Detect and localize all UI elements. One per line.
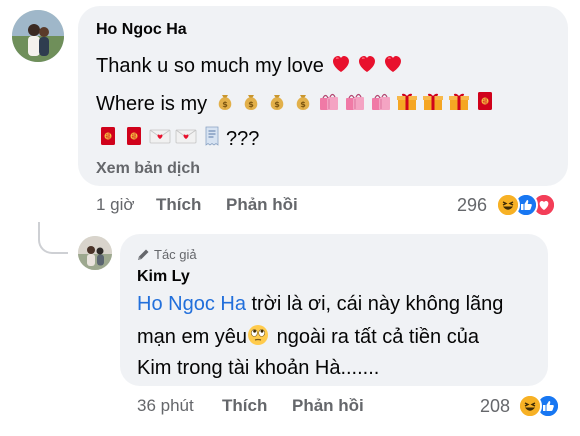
reply-text-line-2: mạn em yêu ngoài ra tất cả tiền của [137,324,479,349]
comment-thread: Ho Ngoc Ha Thank u so much my love Where… [0,0,580,436]
emoji-row: 福福 [96,126,226,150]
red-envelope-emoji-icon: 福 [473,89,497,113]
gift-emoji-icon [447,89,471,113]
reaction-count[interactable]: 208 [480,396,510,417]
shopping-bags-emoji-icon [317,89,341,113]
comment-text: ??? [226,128,260,150]
love-letter-emoji-icon [148,124,172,148]
reply-button[interactable]: Phản hồi [292,396,364,416]
avatar[interactable] [12,10,64,62]
reply-text-line-1: Ho Ngoc Ha trời là ơi, cái này không lãn… [137,292,503,316]
comment-timestamp[interactable]: 1 giờ [96,195,135,215]
like-button[interactable]: Thích [222,396,267,416]
shopping-bags-emoji-icon [369,89,393,113]
svg-text:$: $ [248,100,254,109]
red-heart-emoji-icon [329,51,353,75]
haha-reaction-icon[interactable] [518,394,542,418]
reply-text: mạn em yêu [137,326,248,348]
comment-text: Thank u so much my love [96,55,324,77]
money-bag-emoji-icon: $ [239,89,263,113]
reply-text: ngoài ra tất cả tiền của [271,326,479,348]
emoji-row [329,55,407,77]
comment-text: Where is my [96,93,208,115]
svg-text:$: $ [222,100,228,109]
thread-connector [38,222,68,254]
comment-text-line-3: 福福??? [96,124,259,151]
comment-text-line-1: Thank u so much my love [96,51,407,78]
reply-timestamp[interactable]: 36 phút [137,396,194,416]
red-heart-emoji-icon [355,51,379,75]
money-bag-emoji-icon: $ [265,89,289,113]
gift-emoji-icon [395,89,419,113]
money-bag-emoji-icon: $ [291,89,315,113]
pencil-icon [137,248,150,264]
reply-text: Kim trong tài khoản Hà....... [137,357,380,379]
author-badge: Tác giả [137,247,197,264]
money-bag-emoji-icon: $ [213,89,237,113]
svg-text:$: $ [300,100,306,109]
red-envelope-emoji-icon: 福 [96,124,120,148]
comment-text-line-2: Where is my $ $ $ $ 福 [96,89,499,116]
gift-emoji-icon [421,89,445,113]
author-badge-label: Tác giả [154,247,197,262]
reply-text-line-3: Kim trong tài khoản Hà....... [137,356,379,380]
emoji-row: $ $ $ $ 福 [213,92,499,115]
svg-text:$: $ [274,100,280,109]
reaction-count[interactable]: 296 [457,195,487,216]
haha-reaction-icon[interactable] [496,193,520,217]
reply-button[interactable]: Phản hồi [226,195,298,215]
rolling-eyes-emoji-icon [247,324,269,346]
reply-text: trời là ơi, cái này không lãng [245,293,504,315]
red-envelope-emoji-icon: 福 [122,124,146,148]
comment-author[interactable]: Ho Ngoc Ha [96,21,187,39]
red-heart-emoji-icon [381,51,405,75]
mention-link[interactable]: Ho Ngoc Ha [137,293,246,315]
avatar[interactable] [78,236,112,270]
shopping-bags-emoji-icon [343,89,367,113]
love-letter-emoji-icon [174,124,198,148]
see-translation-link[interactable]: Xem bản dịch [96,160,200,178]
svg-text:福: 福 [482,98,487,105]
receipt-emoji-icon [200,124,224,148]
svg-text:福: 福 [105,133,110,140]
reply-author[interactable]: Kim Ly [137,268,190,286]
svg-text:福: 福 [131,133,136,140]
like-button[interactable]: Thích [156,195,201,215]
